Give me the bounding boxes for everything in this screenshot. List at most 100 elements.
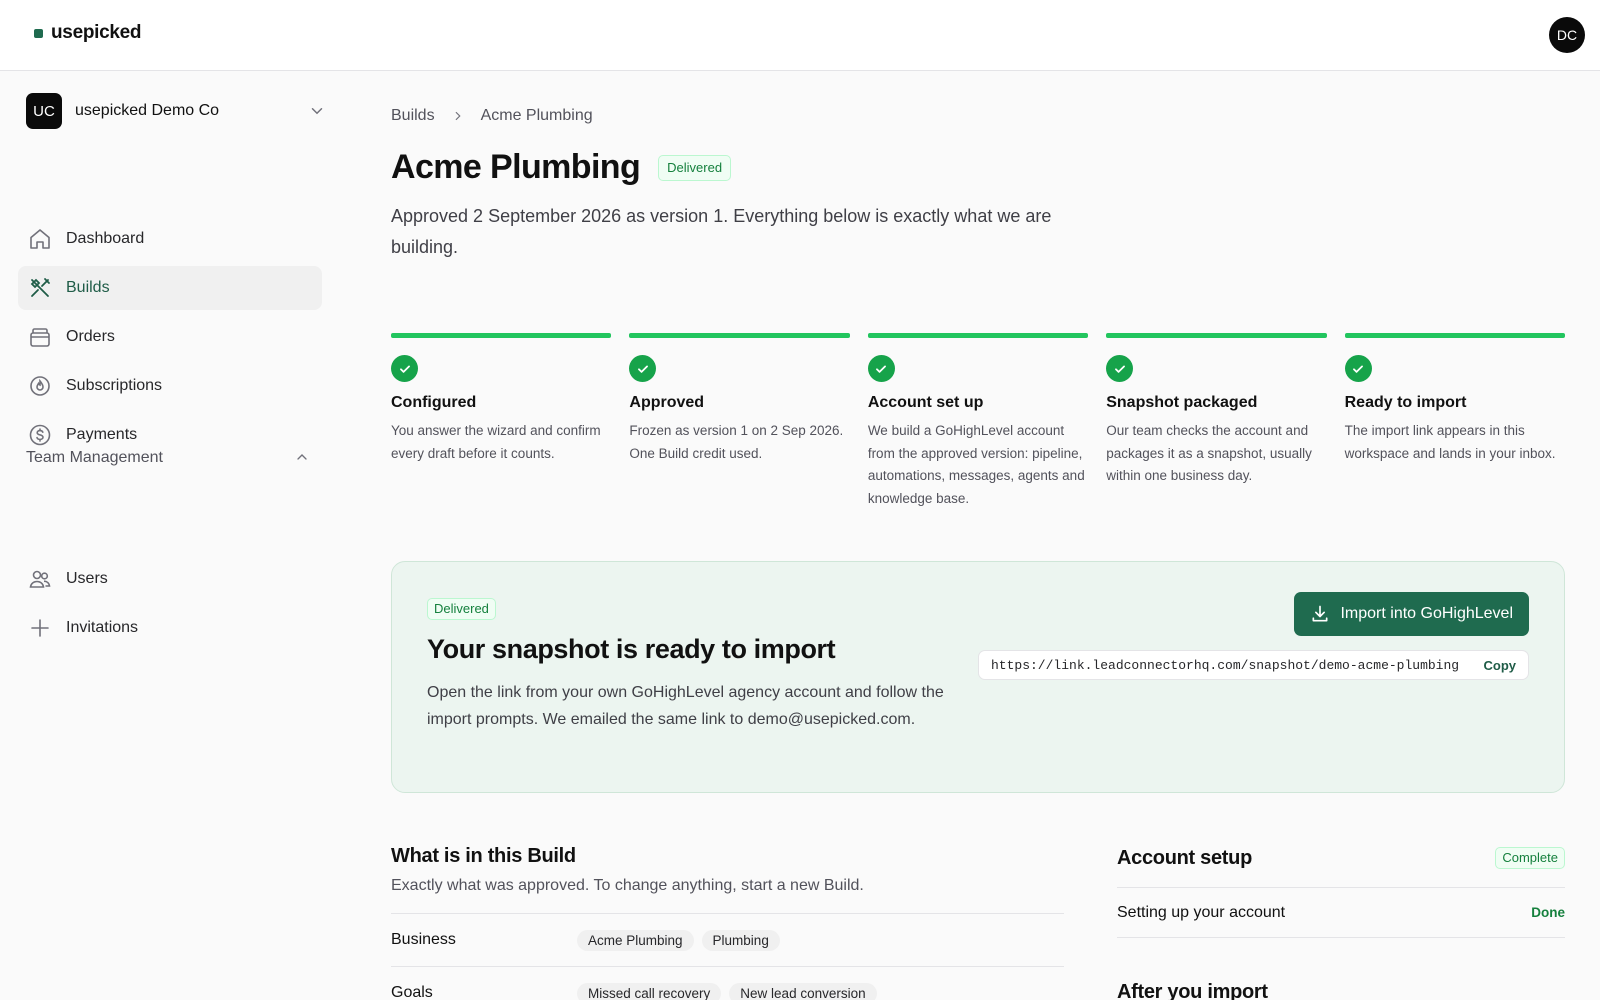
step-description: We build a GoHighLevel account from the …: [867, 423, 1085, 506]
step-title: Ready to import: [1344, 394, 1467, 411]
account-setup: Account setup Complete Setting up your a…: [1117, 845, 1565, 1000]
page-title: Acme Plumbing: [391, 148, 641, 186]
step-description: Our team checks the account and packages…: [1106, 423, 1312, 483]
panel-title: Your snapshot is ready to import: [427, 634, 836, 664]
home-icon: [28, 227, 52, 251]
snapshot-ready-panel: Delivered Your snapshot is ready to impo…: [391, 561, 1565, 793]
sidebar-item-label: Subscriptions: [66, 377, 163, 394]
progress-steps: Configured You answer the wizard and con…: [391, 333, 1566, 510]
check-icon: [629, 355, 657, 382]
breadcrumb-current: Acme Plumbing: [480, 107, 593, 124]
check-icon: [391, 355, 418, 382]
chip: New lead conversion: [729, 982, 877, 1000]
check-icon: [867, 355, 895, 382]
snapshot-link-field[interactable]: https://link.leadconnectorhq.com/snapsho…: [978, 650, 1529, 680]
step-progress-bar: [867, 333, 1089, 338]
build-contents: What is in this Build Exactly what was a…: [391, 845, 1064, 1000]
sidebar-item-label: Users: [66, 570, 108, 587]
section-title: Account setup: [1117, 846, 1252, 869]
step-progress-bar: [629, 333, 850, 338]
panel-text: Open the link from your own GoHighLevel …: [427, 684, 944, 728]
sidebar-item-label: Invitations: [66, 619, 139, 636]
import-button[interactable]: Import into GoHighLevel: [1294, 592, 1529, 636]
tools-icon: [28, 276, 52, 300]
box-icon: [28, 325, 52, 349]
item-status: Done: [1531, 905, 1565, 920]
step-title: Configured: [391, 394, 477, 411]
step-title: Approved: [629, 394, 705, 411]
status-badge: Delivered: [427, 598, 496, 620]
chip-group: Acme Plumbing Plumbing: [577, 929, 780, 951]
brand-mark-icon: [34, 28, 43, 38]
row-label: Goals: [391, 984, 433, 1000]
chevron-up-icon: [297, 454, 307, 460]
user-avatar[interactable]: DC: [1549, 17, 1585, 53]
breadcrumb-builds-link[interactable]: Builds: [391, 107, 435, 125]
table-row: Business Acme Plumbing Plumbing: [391, 914, 1064, 967]
users-icon: [28, 567, 52, 591]
top-bar: usepicked DC: [0, 0, 1600, 71]
sidebar-item-users[interactable]: Users: [18, 557, 322, 601]
chip-group: Missed call recovery New lead conversion: [577, 982, 877, 1000]
step-title: Snapshot packaged: [1106, 394, 1258, 411]
sidebar-item-label: Builds: [66, 279, 110, 296]
chip: Missed call recovery: [577, 982, 722, 1000]
section-title: After you import: [1117, 981, 1268, 1000]
org-switcher[interactable]: UC usepicked Demo Co: [26, 93, 326, 129]
copy-button[interactable]: Copy: [1484, 658, 1517, 673]
account-setup-list: Setting up your account Done: [1117, 887, 1565, 938]
sidebar-item-invitations[interactable]: Invitations: [18, 606, 322, 650]
page-header: Acme Plumbing Delivered: [391, 148, 732, 187]
flame-icon: [28, 374, 52, 398]
brand-name: usepicked: [51, 22, 142, 43]
step-description: Frozen as version 1 on 2 Sep 2026. One B…: [629, 423, 844, 461]
main-nav: Dashboard Builds Orders Subscriptions Pa…: [18, 217, 322, 462]
team-management-toggle[interactable]: Team Management: [26, 445, 316, 471]
account-setup-header: Account setup Complete: [1117, 845, 1565, 871]
step: Snapshot packaged Our team checks the ac…: [1106, 333, 1327, 510]
section-title: What is in this Build: [391, 845, 576, 867]
check-icon: [1344, 355, 1372, 382]
contents-table: Business Acme Plumbing Plumbing Goals Mi…: [391, 913, 1064, 1000]
breadcrumb: Builds Acme Plumbing: [391, 107, 593, 125]
chip: Acme Plumbing: [577, 929, 694, 951]
status-badge: Delivered: [658, 154, 732, 181]
page-subtitle: Approved 2 September 2026 as version 1. …: [391, 206, 1052, 257]
import-button-label: Import into GoHighLevel: [1340, 605, 1513, 622]
step: Configured You answer the wizard and con…: [391, 333, 612, 510]
sidebar-item-label: Orders: [66, 328, 115, 345]
step: Ready to import The import link appears …: [1344, 333, 1566, 510]
download-icon: [1312, 605, 1328, 622]
check-icon: [1106, 355, 1134, 382]
list-item: Setting up your account Done: [1117, 888, 1565, 938]
team-nav: Users Invitations: [18, 557, 322, 655]
snapshot-url[interactable]: https://link.leadconnectorhq.com/snapsho…: [991, 658, 1459, 673]
step-progress-bar: [391, 333, 612, 338]
step-title: Account set up: [867, 394, 984, 411]
sidebar-item-dashboard[interactable]: Dashboard: [18, 217, 322, 261]
step-progress-bar: [1344, 333, 1566, 338]
sidebar-item-label: Dashboard: [66, 230, 145, 247]
item-label: Setting up your account: [1117, 903, 1286, 921]
chevron-down-icon: [311, 108, 323, 115]
step-progress-bar: [1106, 333, 1327, 338]
plus-icon: [28, 616, 52, 640]
step: Account set up We build a GoHighLevel ac…: [867, 333, 1089, 510]
section-label: Team Management: [26, 449, 163, 466]
row-label: Business: [391, 931, 456, 948]
sidebar-item-label: Payments: [66, 426, 138, 443]
chip: Plumbing: [701, 929, 780, 951]
brand-logo[interactable]: usepicked: [34, 22, 142, 44]
dollar-icon: [28, 423, 52, 447]
chevron-right-icon: [455, 111, 461, 121]
sidebar-item-orders[interactable]: Orders: [18, 315, 322, 359]
sidebar-item-subscriptions[interactable]: Subscriptions: [18, 364, 322, 408]
sidebar-item-builds[interactable]: Builds: [18, 266, 322, 310]
org-avatar: UC: [26, 93, 62, 129]
sidebar: UC usepicked Demo Co Dashboard Builds Or…: [0, 71, 340, 1000]
step: Approved Frozen as version 1 on 2 Sep 20…: [629, 333, 850, 510]
status-badge: Complete: [1495, 847, 1565, 869]
step-description: The import link appears in this workspac…: [1344, 423, 1556, 461]
step-description: You answer the wizard and confirm every …: [391, 423, 601, 461]
table-row: Goals Missed call recovery New lead conv…: [391, 967, 1064, 1000]
